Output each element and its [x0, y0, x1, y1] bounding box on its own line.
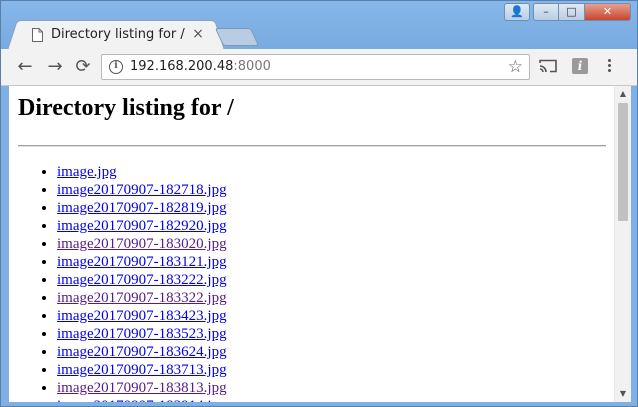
reload-icon: ⟳	[75, 56, 91, 77]
cast-icon[interactable]	[539, 59, 557, 73]
url-text[interactable]: 192.168.200.48:8000	[130, 59, 271, 74]
page-icon	[32, 28, 43, 42]
tab-title: Directory listing for /	[51, 27, 185, 42]
file-link[interactable]: image20170907-182819.jpg	[57, 200, 227, 216]
extension-icon[interactable]: i	[572, 58, 588, 74]
site-info-icon[interactable]: i	[109, 60, 123, 74]
file-list-item: image20170907-183624.jpg	[57, 343, 606, 361]
file-link[interactable]: image20170907-183222.jpg	[57, 272, 227, 288]
new-tab-button[interactable]	[214, 28, 260, 46]
file-link[interactable]: image20170907-183914.jpg	[57, 398, 227, 402]
file-list-item: image20170907-183423.jpg	[57, 307, 606, 325]
file-link[interactable]: image20170907-183121.jpg	[57, 254, 227, 270]
file-list-item: image20170907-182718.jpg	[57, 181, 606, 199]
tab-strip: Directory listing for / × 👤 – □ ✕	[1, 1, 637, 49]
forward-arrow-icon: →	[47, 56, 63, 77]
file-link[interactable]: image20170907-183813.jpg	[57, 380, 227, 396]
file-list-item: image20170907-183813.jpg	[57, 379, 606, 397]
address-bar[interactable]: i 192.168.200.48:8000 ☆	[101, 54, 530, 80]
file-link[interactable]: image20170907-183322.jpg	[57, 290, 227, 306]
url-port: :8000	[233, 59, 271, 74]
scrollbar-thumb[interactable]	[618, 103, 628, 221]
tab-close-icon[interactable]: ×	[190, 26, 206, 42]
browser-toolbar: ← → ⟳ i 192.168.200.48:8000 ☆ i	[1, 49, 637, 86]
file-list: image.jpg image20170907-182718.jpg image20…	[18, 163, 606, 402]
file-list-item: image20170907-183713.jpg	[57, 361, 606, 379]
file-list-item: image20170907-182920.jpg	[57, 217, 606, 235]
file-link[interactable]: image20170907-183624.jpg	[57, 344, 227, 360]
file-list-item: image20170907-183322.jpg	[57, 289, 606, 307]
forward-button[interactable]: →	[43, 55, 67, 79]
back-arrow-icon: ←	[17, 56, 33, 77]
user-profile-button[interactable]: 👤	[504, 3, 530, 21]
file-list-item: image20170907-183020.jpg	[57, 235, 606, 253]
file-link[interactable]: image.jpg	[57, 164, 117, 180]
page-viewport: Directory listing for / image.jpg image20…	[9, 86, 614, 402]
file-link[interactable]: image20170907-182920.jpg	[57, 218, 227, 234]
bookmark-star-icon[interactable]: ☆	[508, 57, 523, 77]
file-link[interactable]: image20170907-183020.jpg	[57, 236, 227, 252]
browser-window: Directory listing for / × 👤 – □ ✕ ← → ⟳ …	[0, 0, 638, 407]
minimize-button[interactable]: –	[533, 3, 559, 21]
file-list-item: image.jpg	[57, 163, 606, 181]
divider	[18, 145, 606, 147]
vertical-scrollbar[interactable]: ▲ ▼	[614, 86, 631, 402]
user-icon: 👤	[510, 5, 524, 18]
page-content: Directory listing for / image.jpg image20…	[18, 86, 606, 402]
scroll-down-arrow-icon[interactable]: ▼	[615, 387, 631, 401]
maximize-icon: □	[566, 5, 577, 18]
file-link[interactable]: image20170907-183523.jpg	[57, 326, 227, 342]
file-list-item: image20170907-183914.jpg	[57, 397, 606, 402]
close-window-button[interactable]: ✕	[585, 3, 631, 21]
close-icon: ✕	[602, 5, 613, 18]
file-list-item: image20170907-183121.jpg	[57, 253, 606, 271]
file-link[interactable]: image20170907-183713.jpg	[57, 362, 227, 378]
page-heading: Directory listing for /	[18, 95, 234, 121]
file-list-item: image20170907-182819.jpg	[57, 199, 606, 217]
tab-directory-listing[interactable]: Directory listing for / ×	[19, 20, 213, 49]
maximize-button[interactable]: □	[559, 3, 585, 21]
url-host: 192.168.200.48	[130, 59, 234, 74]
reload-button[interactable]: ⟳	[71, 55, 95, 79]
file-link[interactable]: image20170907-182718.jpg	[57, 182, 227, 198]
minimize-icon: –	[543, 5, 549, 18]
chrome-menu-icon[interactable]	[605, 57, 613, 77]
scroll-up-arrow-icon[interactable]: ▲	[615, 87, 631, 101]
file-list-item: image20170907-183523.jpg	[57, 325, 606, 343]
file-link[interactable]: image20170907-183423.jpg	[57, 308, 227, 324]
back-button[interactable]: ←	[13, 55, 37, 79]
file-list-item: image20170907-183222.jpg	[57, 271, 606, 289]
